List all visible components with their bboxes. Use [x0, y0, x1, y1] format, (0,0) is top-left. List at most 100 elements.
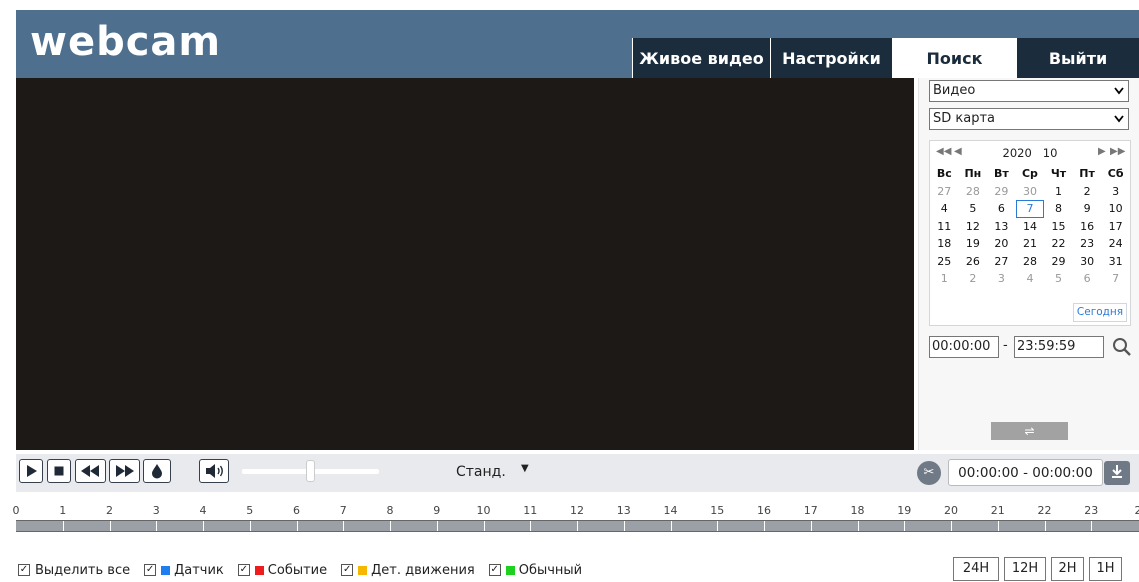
zoom-2h-button[interactable]: 2H — [1051, 557, 1084, 581]
water-drop-icon[interactable] — [143, 459, 171, 483]
timeline-bar[interactable] — [16, 520, 1139, 532]
calendar-day[interactable]: 5 — [1044, 270, 1073, 288]
calendar-day[interactable]: 30 — [1073, 253, 1102, 271]
calendar-day[interactable]: 10 — [1101, 200, 1130, 218]
zoom-1h-button[interactable]: 1H — [1089, 557, 1122, 581]
timeline-hour-tick — [62, 521, 64, 531]
timeline-hour-label: 18 — [850, 504, 865, 517]
legend-label: Датчик — [174, 562, 224, 578]
calendar-day[interactable]: 26 — [959, 253, 988, 271]
calendar-day[interactable]: 22 — [1044, 235, 1073, 253]
zoom-24h-button[interactable]: 24H — [953, 557, 999, 581]
calendar-week-row: 4 5 6 7 8 9 10 — [930, 200, 1130, 218]
swap-arrows-icon[interactable]: ⇌ — [991, 422, 1068, 440]
calendar-day[interactable]: 6 — [1073, 270, 1102, 288]
timeline-hour-tick — [483, 521, 485, 531]
volume-icon[interactable] — [199, 459, 229, 483]
calendar-day[interactable]: 21 — [1016, 235, 1045, 253]
calendar-day[interactable]: 25 — [930, 253, 959, 271]
calendar-day[interactable]: 29 — [1044, 253, 1073, 271]
calendar-day[interactable]: 3 — [1101, 183, 1130, 201]
calendar-day[interactable]: 7 — [1101, 270, 1130, 288]
legend-normal[interactable]: ✓ Обычный — [488, 563, 582, 578]
calendar-day[interactable]: 14 — [1016, 218, 1045, 236]
calendar-day[interactable]: 9 — [1073, 200, 1102, 218]
legend-sensor[interactable]: ✓ Датчик — [144, 563, 224, 578]
recording-timeline[interactable]: 0 1 2 3 4 5 6 7 8 9 10 11 12 13 14 15 16 17 18 19 20 21 22 23 2 — [0, 500, 1139, 540]
calendar-day[interactable]: 23 — [1073, 235, 1102, 253]
calendar-day[interactable]: 12 — [959, 218, 988, 236]
calendar-day[interactable]: 1 — [930, 270, 959, 288]
checkbox-checked-icon[interactable]: ✓ — [488, 564, 501, 576]
timeline-hour-label: 0 — [12, 504, 20, 517]
calendar-day[interactable]: 3 — [987, 270, 1016, 288]
fast-forward-icon[interactable] — [109, 459, 140, 483]
calendar-day[interactable]: 15 — [1044, 218, 1073, 236]
download-icon[interactable] — [1104, 461, 1130, 485]
calendar-day[interactable]: 4 — [930, 200, 959, 218]
calendar-day[interactable]: 11 — [930, 218, 959, 236]
start-time-input[interactable]: 00:00:00 — [929, 336, 999, 358]
tab-logout[interactable]: Выйти — [1016, 38, 1139, 78]
timeline-hour-tick — [156, 521, 158, 531]
calendar-day[interactable]: 20 — [987, 235, 1016, 253]
calendar-week-row: 27 28 29 30 1 2 3 — [930, 183, 1130, 201]
legend-select-all[interactable]: ✓ Выделить все — [18, 563, 130, 578]
zoom-12h-button[interactable]: 12H — [1004, 557, 1046, 581]
checkbox-checked-icon[interactable]: ✓ — [144, 564, 157, 576]
calendar-day[interactable]: 17 — [1101, 218, 1130, 236]
calendar-day[interactable]: 19 — [959, 235, 988, 253]
caret-down-icon[interactable]: ▼ — [521, 463, 529, 474]
scissors-icon[interactable]: ✂ — [917, 461, 941, 485]
volume-slider-handle[interactable] — [306, 460, 315, 482]
legend-event[interactable]: ✓ Событие — [237, 563, 327, 578]
calendar-day[interactable]: 24 — [1101, 235, 1130, 253]
play-icon[interactable] — [19, 459, 43, 483]
timeline-hour-label: 15 — [710, 504, 725, 517]
calendar-day[interactable]: 27 — [930, 183, 959, 201]
calendar-week-row: 25 26 27 28 29 30 31 — [930, 253, 1130, 271]
today-button[interactable]: Сегодня — [1073, 303, 1127, 322]
tab-settings[interactable]: Настройки — [770, 38, 892, 78]
calendar-day[interactable]: 1 — [1044, 183, 1073, 201]
calendar-day[interactable]: 27 — [987, 253, 1016, 271]
calendar-day[interactable]: 16 — [1073, 218, 1102, 236]
color-swatch — [358, 565, 368, 575]
timeline-hour-tick — [764, 521, 765, 531]
timeline-hour-tick — [997, 521, 999, 531]
rewind-icon[interactable] — [75, 459, 106, 483]
tab-live-video[interactable]: Живое видео — [632, 38, 770, 78]
calendar-day[interactable]: 13 — [987, 218, 1016, 236]
calendar-day[interactable]: 6 — [987, 200, 1016, 218]
calendar-day[interactable]: 2 — [1073, 183, 1102, 201]
checkbox-checked-icon[interactable]: ✓ — [237, 564, 250, 576]
calendar-day[interactable]: 7 — [1015, 200, 1045, 218]
calendar-day[interactable]: 31 — [1101, 253, 1130, 271]
next-month-icon[interactable]: ▶ — [1098, 146, 1106, 157]
calendar-day[interactable]: 4 — [1016, 270, 1045, 288]
calendar-week-row: 1234567 — [930, 270, 1130, 288]
end-time-input[interactable]: 23:59:59 — [1014, 336, 1104, 358]
storage-source-select[interactable]: SD карта — [929, 108, 1129, 130]
calendar-day[interactable]: 8 — [1044, 200, 1073, 218]
calendar-day[interactable]: 30 — [1016, 183, 1045, 201]
playback-speed-select[interactable]: Станд. — [456, 464, 506, 480]
calendar-grid: Вс Пн Вт Ср Чт Пт Сб 27 28 29 30 1 2 3 4 5 6 7 8 9 10 11 12 13 1… — [930, 165, 1130, 288]
checkbox-checked-icon[interactable]: ✓ — [18, 564, 30, 576]
legend-motion[interactable]: ✓ Дет. движения — [341, 563, 475, 578]
record-type-select[interactable]: Видео — [929, 80, 1129, 102]
calendar-month: 10 — [1042, 146, 1058, 160]
calendar-day[interactable]: 5 — [959, 200, 988, 218]
calendar-day[interactable]: 2 — [959, 270, 988, 288]
video-player-area[interactable] — [16, 78, 914, 450]
tab-search[interactable]: Поиск — [892, 38, 1016, 78]
calendar-day[interactable]: 29 — [987, 183, 1016, 201]
search-icon[interactable] — [1112, 337, 1132, 361]
calendar-day[interactable]: 28 — [1016, 253, 1045, 271]
calendar-day[interactable]: 28 — [959, 183, 988, 201]
calendar-day[interactable]: 18 — [930, 235, 959, 253]
stop-icon[interactable] — [47, 459, 71, 483]
next-year-icon[interactable]: ▶▶ — [1110, 146, 1125, 157]
timeline-zoom-buttons: 24H 12H 2H 1H — [953, 557, 1122, 581]
checkbox-checked-icon[interactable]: ✓ — [341, 564, 354, 576]
